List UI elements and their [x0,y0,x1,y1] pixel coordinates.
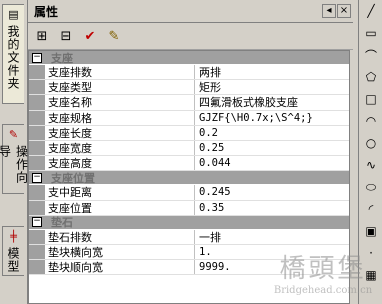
row-gutter [29,156,45,171]
properties-panel: 属性 ◂ × ⊞ ⊟ ✔ ✎ − 支座 支座排数 两排 支座类型 矩形 支座名称 四氟滑板式橡… [28,0,353,304]
property-name: 支座名称 [45,95,195,110]
collapse-toggle-icon[interactable]: − [32,52,42,63]
property-grid: − 支座 支座排数 两排 支座类型 矩形 支座名称 四氟滑板式橡胶支座 支座规格 GJZF{\H0… [28,50,350,304]
row-gutter [29,125,45,140]
insert-block-icon[interactable]: ▣ [359,220,382,242]
property-name: 垫块顺向宽 [45,260,195,275]
row-gutter [29,244,45,260]
category-label: 垫石 [51,216,73,230]
row-gutter [29,140,45,156]
row-gutter [29,80,45,95]
row-gutter [29,229,45,244]
property-value[interactable]: 0.2 [195,127,218,139]
property-row[interactable]: 支座名称 四氟滑板式橡胶支座 [29,94,349,111]
tab-operation-wizard[interactable]: ✎ 操作向导 [0,124,29,194]
property-row[interactable]: 垫块顺向宽 9999. [29,260,349,276]
property-name: 支座规格 [45,110,195,125]
model-icon: ╪ [10,230,17,243]
property-value[interactable]: GJZF{\H0.7x;\S^4;} [195,112,313,124]
property-value[interactable]: 一排 [195,229,221,245]
property-value[interactable]: 0.245 [195,186,231,198]
rectangle-tool-icon[interactable]: ▭ [359,22,382,44]
property-row[interactable]: 支座排数 两排 [29,64,349,81]
expand-all-icon[interactable]: ⊞ [32,26,52,46]
property-row[interactable]: 垫石排数 一排 [29,229,349,245]
property-value[interactable]: 四氟滑板式橡胶支座 [195,94,298,110]
confirm-check-icon[interactable]: ✔ [80,26,100,46]
point-tool-icon[interactable]: · [359,242,382,264]
property-name: 支座位置 [45,200,195,215]
circle-tool-icon[interactable]: ○ [359,132,382,154]
wizard-icon: ✎ [8,128,19,141]
tab-label: 操作向导 [0,145,29,184]
hatch-tool-icon[interactable]: ▦ [359,264,382,286]
property-name: 支座宽度 [45,140,195,156]
tab-my-folder[interactable]: ▤ 我的文件夹 [2,4,24,104]
property-value[interactable]: 0.25 [195,142,224,154]
close-button[interactable]: × [337,4,351,18]
property-row[interactable]: 支中距离 0.245 [29,185,349,201]
property-value[interactable]: 矩形 [195,79,221,95]
folder-icon: ▤ [8,8,19,21]
property-value[interactable]: 1. [195,246,212,258]
rect-tool-icon[interactable]: □ [359,88,382,110]
row-gutter [29,110,45,125]
property-name: 支座高度 [45,156,195,171]
line-tool-icon[interactable]: ╱ [359,0,382,22]
collapse-all-icon[interactable]: ⊟ [56,26,76,46]
panel-title-bar: 属性 ◂ × [28,0,353,23]
property-row[interactable]: 支座规格 GJZF{\H0.7x;\S^4;} [29,110,349,126]
polyline-tool-icon[interactable]: ⌒ [359,44,382,66]
row-gutter [29,95,45,110]
collapse-toggle-icon[interactable]: − [32,172,42,183]
property-value[interactable]: 两排 [195,64,221,80]
tab-label: 模型 [6,247,20,273]
panel-title: 属性 [34,4,59,19]
row-gutter [29,200,45,215]
spline-tool-icon[interactable]: ∿ [359,154,382,176]
tab-label: 我的文件夹 [6,25,20,90]
edit-icon[interactable]: ✎ [104,26,124,46]
right-draw-toolbar: ╱ ▭ ⌒ ⬠ □ ◠ ○ ∿ ⬭ ◜ ▣ · ▦ [358,0,382,304]
property-name: 支中距离 [45,185,195,200]
tab-model[interactable]: ╪ 模型 [2,226,24,276]
category-header[interactable]: − 支座位置 [29,171,349,186]
property-name: 支座长度 [45,125,195,140]
property-name: 垫块横向宽 [45,244,195,260]
row-gutter [29,185,45,200]
property-value[interactable]: 9999. [195,261,231,273]
property-name: 支座排数 [45,65,195,80]
property-name: 垫石排数 [45,229,195,244]
property-value[interactable]: 0.044 [195,157,231,169]
property-row[interactable]: 支座长度 0.2 [29,125,349,141]
row-gutter [29,260,45,275]
ellipse-arc-tool-icon[interactable]: ◜ [359,198,382,220]
collapse-toggle-icon[interactable]: − [32,217,42,228]
property-row[interactable]: 垫块横向宽 1. [29,244,349,261]
row-gutter [29,65,45,80]
category-label: 支座位置 [51,171,95,185]
properties-toolbar: ⊞ ⊟ ✔ ✎ [28,23,353,50]
arc-tool-icon[interactable]: ◠ [359,110,382,132]
property-name: 支座类型 [45,80,195,95]
property-row[interactable]: 支座宽度 0.25 [29,140,349,157]
polygon-tool-icon[interactable]: ⬠ [359,66,382,88]
property-value[interactable]: 0.35 [195,202,224,214]
property-row[interactable]: 支座位置 0.35 [29,200,349,216]
property-row[interactable]: 支座类型 矩形 [29,79,349,96]
pin-button[interactable]: ◂ [322,4,336,18]
ellipse-tool-icon[interactable]: ⬭ [359,176,382,198]
left-tab-strip: ▤ 我的文件夹 ✎ 操作向导 ╪ 模型 [0,0,29,304]
category-header[interactable]: − 支座 [29,51,349,65]
category-header[interactable]: − 垫石 [29,215,349,230]
